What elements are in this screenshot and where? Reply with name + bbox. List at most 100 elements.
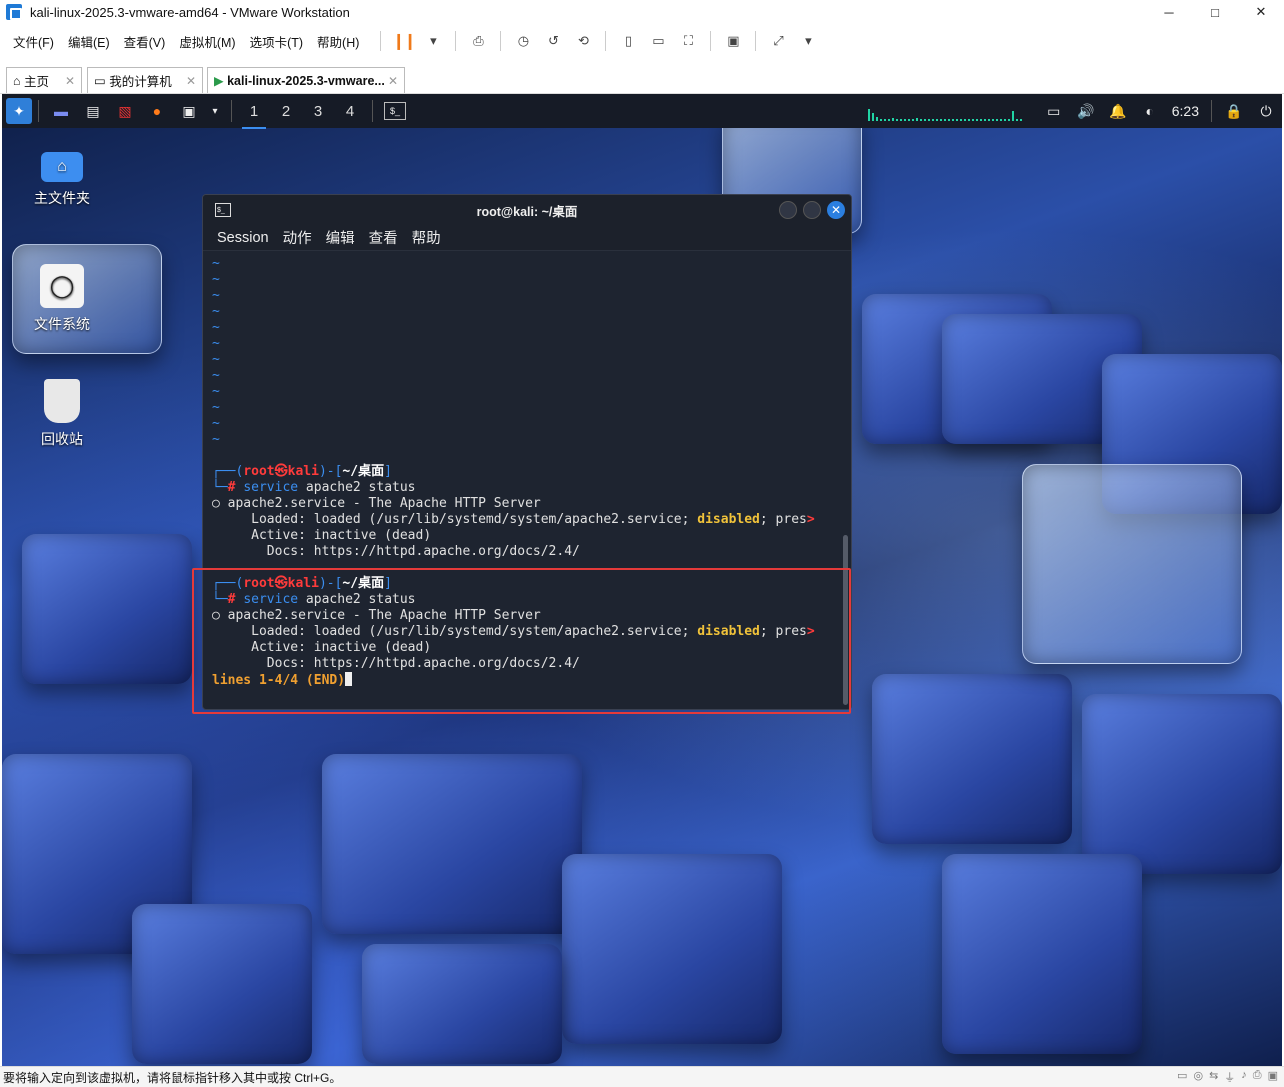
tab-close-icon[interactable]: ✕ (186, 74, 196, 88)
tab-close-icon[interactable]: ✕ (388, 74, 398, 88)
vm-icon: ▶ (214, 74, 228, 88)
terminal-menu-help[interactable]: 帮助 (412, 227, 441, 248)
toolbar-divider (710, 31, 712, 51)
terminal-title-bar[interactable]: $_ root@kali: ~/桌面 ✕ (203, 195, 851, 225)
pager-tilde: ~ (212, 352, 220, 367)
tab-label: kali-linux-2025.3-vmware... (227, 73, 385, 88)
toolbar: ❙❙ ▾ ⎙ ◷ ↺ ⟲ ▯ ▭ ⛶ ▣ ⤢ ▾ (373, 29, 823, 53)
console-view-icon[interactable]: ▣ (721, 29, 745, 53)
kali-menu-icon[interactable]: ✦ (6, 98, 32, 124)
notification-bell-icon[interactable]: 🔔 (1107, 100, 1129, 122)
wallpaper-glass-cube (1022, 464, 1242, 664)
window-title: kali-linux-2025.3-vmware-amd64 - VMware … (30, 4, 350, 20)
thumbnail-icon[interactable]: ▭ (646, 29, 670, 53)
window-title-bar: kali-linux-2025.3-vmware-amd64 - VMware … (0, 0, 1284, 24)
desktop-icon-label: 文件系统 (34, 316, 90, 332)
tab-my-computer[interactable]: ▭ 我的计算机 ✕ (87, 67, 203, 93)
pager-empty-lines: ~ ~ ~ ~ ~ ~ ~ ~ ~ ~ ~ ~ (212, 256, 839, 448)
wallpaper-cube (22, 534, 192, 684)
terminal-menu-edit[interactable]: 编辑 (326, 227, 355, 248)
panel-divider (38, 100, 39, 122)
cdrom-icon[interactable]: ◎ (1193, 1069, 1203, 1085)
display-icon[interactable]: ▣ (1268, 1069, 1278, 1085)
revert-snapshot-icon[interactable]: ↺ (541, 29, 565, 53)
tab-label: 主页 (24, 75, 50, 89)
terminal-menu-session[interactable]: Session (217, 230, 269, 246)
snapshot-icon[interactable]: ◷ (511, 29, 535, 53)
lock-icon[interactable]: 🔒 (1223, 100, 1245, 122)
firefox-icon[interactable]: ● (146, 100, 168, 122)
wallpaper-cube (562, 854, 782, 1044)
tab-kali-vm[interactable]: ▶ kali-linux-2025.3-vmware... ✕ (207, 67, 405, 93)
wallpaper-cube (1082, 694, 1282, 874)
usb-icon[interactable]: ⏚ (1224, 1069, 1235, 1085)
sound-icon[interactable]: ♪ (1241, 1069, 1247, 1085)
fullscreen-icon[interactable]: ⛶ (676, 29, 700, 53)
status-bar: 要将输入定向到该虚拟机，请将鼠标指针移入其中或按 Ctrl+G。 ▭ ◎ ⇆ ⏚… (0, 1066, 1284, 1087)
clock[interactable]: 6:23 (1172, 103, 1199, 119)
wallpaper-cube (362, 944, 562, 1064)
show-desktop-icon[interactable]: ▬ (50, 100, 72, 122)
toolbar-divider (500, 31, 502, 51)
terminal-menu-view[interactable]: 查看 (369, 227, 398, 248)
network-icon[interactable]: ▭ (1043, 100, 1065, 122)
terminal-icon[interactable]: ▣ (178, 100, 200, 122)
workspace-1[interactable]: 1 (238, 103, 270, 129)
panel-divider (372, 100, 373, 122)
dropdown-arrow-icon[interactable]: ▾ (421, 29, 445, 53)
tab-home[interactable]: ⌂ 主页 ✕ (6, 67, 82, 93)
wallpaper-cube (322, 754, 582, 934)
terminal-menu-actions[interactable]: 动作 (283, 227, 312, 248)
workspace-2[interactable]: 2 (270, 103, 302, 120)
pager-tilde: ~ (212, 320, 220, 335)
desktop-icon-home[interactable]: ⌂ 主文件夹 (2, 152, 122, 208)
volume-icon[interactable]: 🔊 (1075, 100, 1097, 122)
terminal-menu-bar: Session 动作 编辑 查看 帮助 (203, 225, 851, 251)
hdd-icon[interactable]: ▭ (1177, 1069, 1187, 1085)
pager-tilde: ~ (212, 400, 220, 415)
close-button[interactable]: ✕ (1238, 0, 1284, 24)
taskbar-terminal-icon[interactable]: $_ (384, 102, 406, 120)
desktop-icon-filesystem[interactable]: ◯ 文件系统 (2, 264, 122, 334)
status-message: 要将输入定向到该虚拟机，请将鼠标指针移入其中或按 Ctrl+G。 (3, 1070, 342, 1085)
menu-file[interactable]: 文件(F) (7, 32, 60, 51)
pager-tilde: ~ (212, 256, 220, 271)
stretch-dropdown-icon[interactable]: ▾ (796, 29, 820, 53)
text-editor-icon[interactable]: ▧ (114, 100, 136, 122)
terminal-dropdown-icon[interactable]: ▾ (210, 100, 220, 122)
minimize-button[interactable]: ─ (1146, 0, 1192, 24)
terminal-title: root@kali: ~/桌面 (476, 204, 578, 219)
menu-tabs[interactable]: 选项卡(T) (244, 32, 309, 51)
network-adapter-icon[interactable]: ⇆ (1209, 1069, 1218, 1085)
pager-tilde: ~ (212, 368, 220, 383)
annotation-highlight-box (192, 568, 851, 714)
sidebar-toggle-icon[interactable]: ▯ (616, 29, 640, 53)
menu-help[interactable]: 帮助(H) (311, 32, 365, 51)
menu-vm[interactable]: 虚拟机(M) (173, 32, 241, 51)
desktop-icon-trash[interactable]: 回收站 (2, 379, 122, 449)
workspace-4[interactable]: 4 (334, 103, 366, 120)
wallpaper-cube (132, 904, 312, 1064)
stretch-icon[interactable]: ⤢ (766, 29, 790, 53)
send-keys-icon[interactable]: ⎙ (466, 29, 490, 53)
power-manager-icon[interactable]: ◐ (1139, 100, 1161, 122)
workspace-3[interactable]: 3 (302, 103, 334, 120)
snapshot-manager-icon[interactable]: ⟲ (571, 29, 595, 53)
file-manager-icon[interactable]: ▤ (82, 100, 104, 122)
maximize-button[interactable]: □ (1192, 0, 1238, 24)
pager-tilde: ~ (212, 336, 220, 351)
menu-view[interactable]: 查看(V) (118, 32, 172, 51)
menu-edit[interactable]: 编辑(E) (62, 32, 116, 51)
printer-icon[interactable]: ⎙ (1253, 1069, 1262, 1085)
kali-top-panel: ✦ ▬ ▤ ▧ ● ▣ ▾ 1 2 3 4 $_ ▭ 🔊 🔔 ◐ 6:23 🔒 … (2, 94, 1282, 129)
tab-close-icon[interactable]: ✕ (65, 74, 75, 88)
toolbar-divider (605, 31, 607, 51)
vm-display[interactable]: ✦ ▬ ▤ ▧ ● ▣ ▾ 1 2 3 4 $_ ▭ 🔊 🔔 ◐ 6:23 🔒 … (2, 94, 1282, 1066)
toolbar-divider (380, 31, 382, 51)
logout-icon[interactable]: ⏻ (1255, 100, 1277, 122)
desktop-icon-label: 回收站 (41, 431, 83, 447)
toolbar-divider (455, 31, 457, 51)
pager-tilde: ~ (212, 416, 220, 431)
panel-divider (1211, 100, 1212, 122)
pause-icon[interactable]: ❙❙ (391, 29, 417, 53)
